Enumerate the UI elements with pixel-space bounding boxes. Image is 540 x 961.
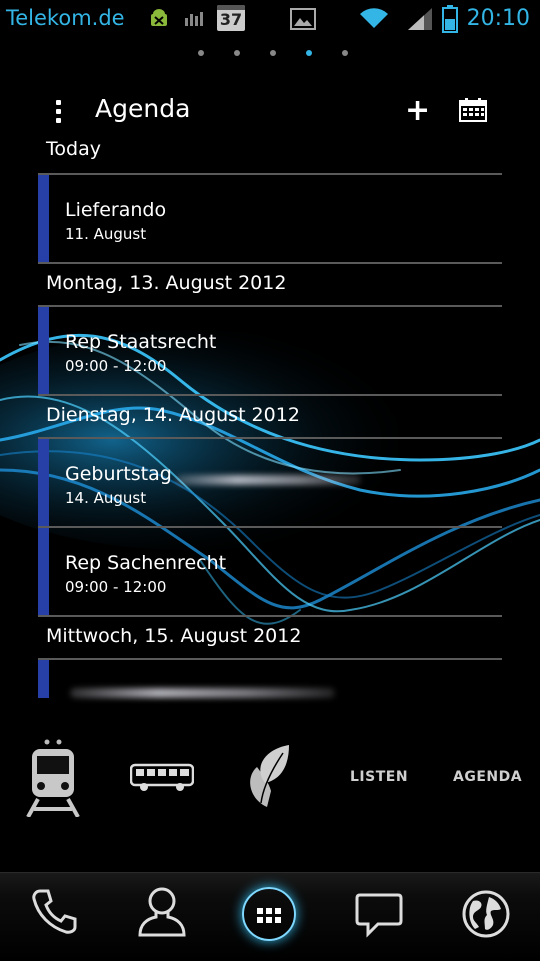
redacted-text: [70, 688, 335, 698]
day-header: Mittwoch, 15. August 2012: [38, 617, 502, 660]
event-title: Geburtstag: [65, 463, 172, 485]
image-icon: [290, 8, 316, 30]
contacts-icon[interactable]: [136, 885, 188, 941]
page-dot: [234, 50, 240, 56]
add-event-icon[interactable]: +: [405, 96, 430, 126]
redacted-text: [176, 475, 361, 485]
notification-count: 37: [219, 10, 243, 29]
event-color-bar: [38, 528, 49, 615]
battery-icon: [442, 5, 458, 33]
overflow-menu-icon[interactable]: [56, 100, 62, 124]
agenda-widget[interactable]: Agenda + Today Lieferando 11. August Mon…: [38, 88, 502, 700]
agenda-shortcut[interactable]: AGENDA: [453, 769, 522, 785]
event-color-bar: [38, 439, 49, 526]
calendar-notification-icon: 37: [217, 5, 245, 31]
widget-header: Agenda +: [38, 88, 502, 134]
widget-title: Agenda: [95, 94, 191, 123]
day-header: Montag, 13. August 2012: [38, 264, 502, 307]
status-clock: 20:10: [466, 6, 530, 31]
messaging-icon[interactable]: [354, 891, 404, 939]
train-icon[interactable]: [26, 739, 80, 817]
event-date: 11. August: [65, 225, 147, 243]
leaf-icon[interactable]: [243, 743, 293, 809]
android-debug-icon: [151, 9, 167, 26]
listen-shortcut[interactable]: LISTEN: [350, 769, 408, 785]
page-dot: [342, 50, 348, 56]
event-color-bar: [38, 660, 49, 698]
event-title: Rep Staatsrecht: [65, 331, 217, 353]
agenda-event[interactable]: Lieferando 11. August: [38, 175, 502, 264]
signal-graph-icon: [185, 12, 203, 26]
day-header-today: Today: [38, 134, 502, 175]
page-indicator: [0, 50, 540, 60]
event-title: Lieferando: [65, 199, 167, 221]
agenda-event[interactable]: Geburtstag 14. August: [38, 439, 502, 528]
day-header: Dienstag, 14. August 2012: [38, 396, 502, 439]
dock: [0, 872, 540, 961]
event-time: 09:00 - 12:00: [65, 357, 167, 375]
browser-globe-icon[interactable]: [461, 889, 511, 939]
event-title: Rep Sachenrecht: [65, 552, 227, 574]
cell-signal-icon: [408, 8, 432, 30]
phone-icon[interactable]: [30, 887, 78, 935]
event-color-bar: [38, 307, 49, 394]
event-color-bar: [38, 175, 49, 262]
page-dot-active: [306, 50, 312, 56]
carrier-name: Telekom.de: [6, 6, 125, 30]
event-date: 14. August: [65, 489, 147, 507]
app-drawer-icon[interactable]: [242, 887, 296, 941]
calendar-icon[interactable]: [459, 98, 487, 122]
page-dot: [198, 50, 204, 56]
shortcut-row: LISTEN AGENDA: [0, 735, 540, 825]
event-time: 09:00 - 12:00: [65, 578, 167, 596]
page-dot: [270, 50, 276, 56]
agenda-event[interactable]: [38, 660, 502, 700]
wifi-icon: [360, 8, 388, 28]
agenda-event[interactable]: Rep Staatsrecht 09:00 - 12:00: [38, 307, 502, 396]
status-bar[interactable]: Telekom.de 37 20:10: [0, 0, 540, 38]
agenda-event[interactable]: Rep Sachenrecht 09:00 - 12:00: [38, 528, 502, 617]
bus-icon[interactable]: [130, 763, 194, 793]
